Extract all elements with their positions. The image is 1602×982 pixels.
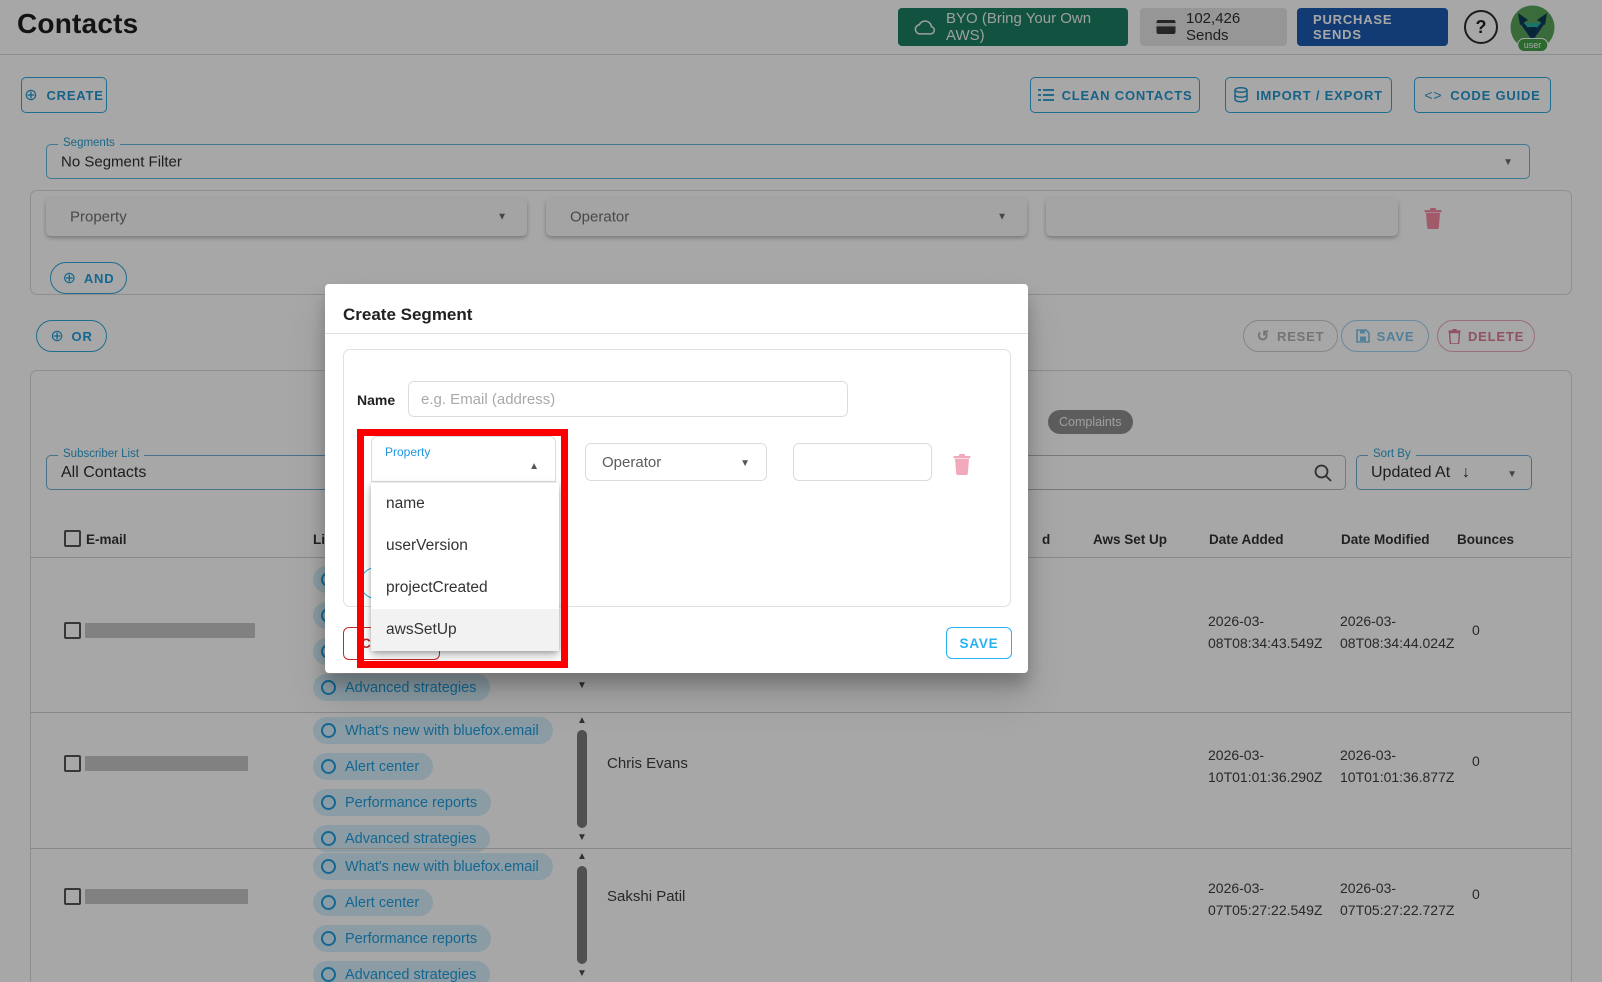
menu-item-userversion[interactable]: userVersion [371,525,559,567]
property-floating-label: Property [385,445,430,459]
menu-item-name[interactable]: name [371,483,559,525]
chevron-up-icon: ▲ [529,461,539,472]
modal-value-input[interactable] [793,443,932,481]
menu-item-projectcreated[interactable]: projectCreated [371,567,559,609]
menu-item-awssetup[interactable]: awsSetUp [371,609,559,651]
modal-delete-condition-trash-icon[interactable] [953,454,971,475]
property-options-menu: name userVersion projectCreated awsSetUp [371,483,559,651]
modal-property-select[interactable]: Property ▲ [371,436,556,482]
name-label: Name [357,392,395,408]
modal-save-button[interactable]: SAVE [946,627,1012,659]
modal-operator-select[interactable]: Operator ▼ [585,443,767,481]
contacts-page: Contacts BYO (Bring Your Own AWS) 102,42… [0,0,1602,982]
modal-title: Create Segment [343,305,472,325]
chevron-down-icon: ▼ [740,458,750,469]
divider [325,333,1028,334]
segment-name-input[interactable] [408,381,848,417]
